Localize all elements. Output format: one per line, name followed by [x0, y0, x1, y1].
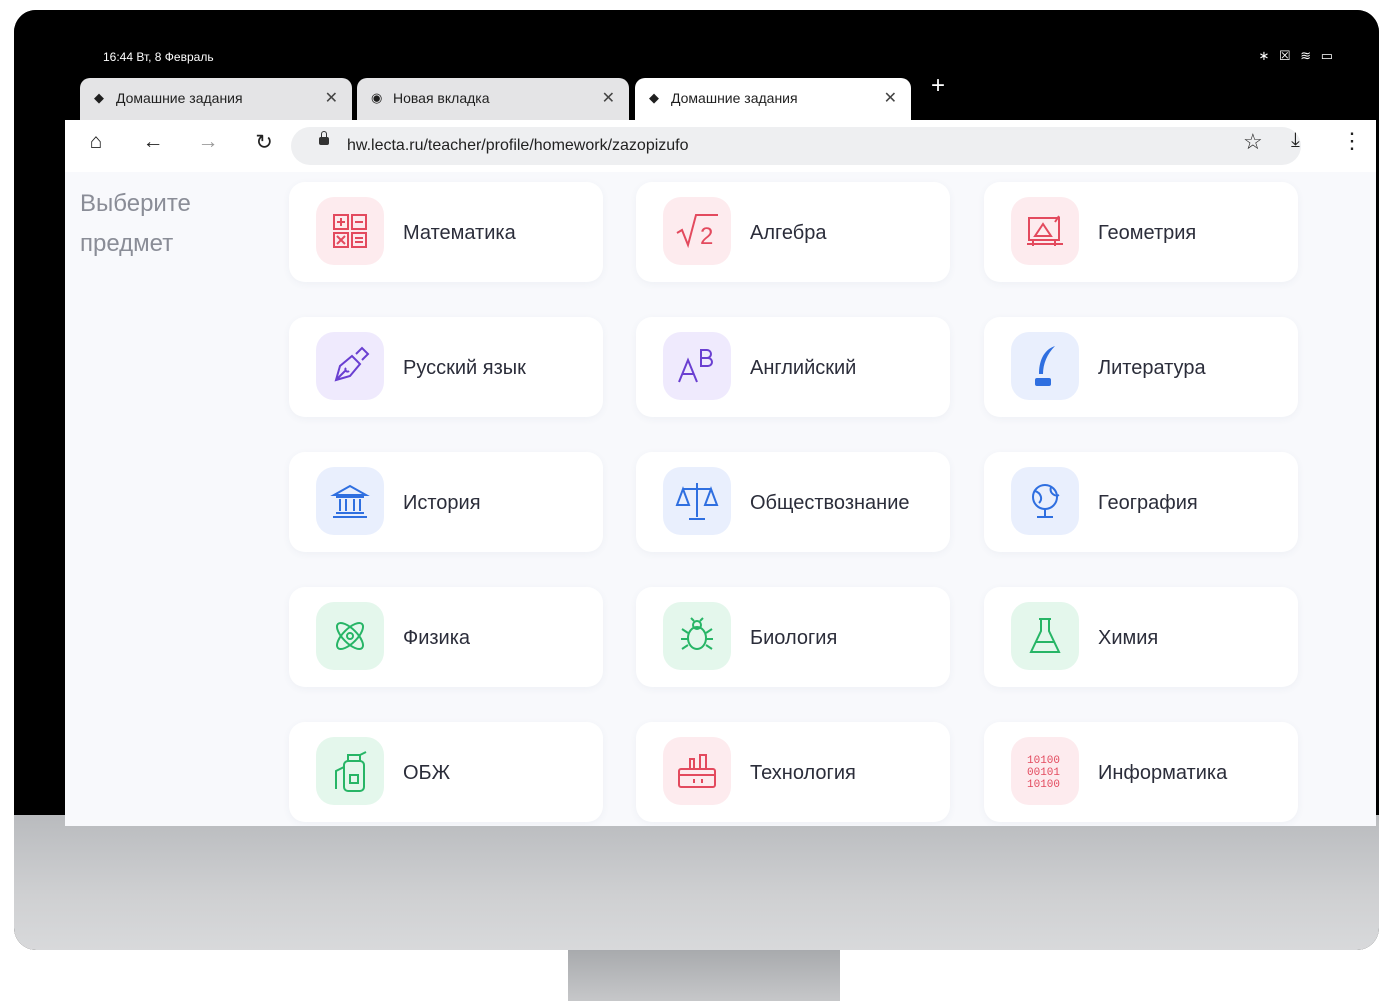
- reload-icon[interactable]: ↻: [249, 130, 279, 155]
- subject-card-history[interactable]: История: [289, 452, 603, 552]
- square-root-icon: 2: [663, 197, 731, 265]
- url-text: hw.lecta.ru/teacher/profile/homework/zaz…: [347, 137, 689, 154]
- close-icon[interactable]: ✕: [325, 88, 338, 108]
- subject-label: История: [403, 492, 481, 514]
- subject-label: Обществознание: [750, 492, 910, 514]
- bug-icon: [663, 602, 731, 670]
- svg-text:00101: 00101: [1027, 767, 1060, 779]
- binary-code-icon: 10100 00101 10100: [1011, 737, 1079, 805]
- subject-card-obzh[interactable]: ОБЖ: [289, 722, 603, 822]
- subject-card-physics[interactable]: Физика: [289, 587, 603, 687]
- subject-card-literature[interactable]: Литература: [984, 317, 1298, 417]
- subject-card-social-studies[interactable]: Обществознание: [636, 452, 950, 552]
- subject-label: Алгебра: [750, 222, 827, 244]
- subject-card-algebra[interactable]: 2 Алгебра: [636, 182, 950, 282]
- subject-label: Информатика: [1098, 762, 1228, 784]
- monitor-stand: [568, 950, 840, 1001]
- quill-inkwell-icon: [1011, 332, 1079, 400]
- status-bar: 16:44 Вт, 8 Февраль ∗ ☒ ≋ ▭: [65, 40, 1376, 70]
- lecta-favicon-icon: ◆: [649, 90, 659, 105]
- tab-strip: ◆ Домашние задания ✕ ◉ Новая вкладка ✕ ◆…: [65, 72, 1376, 120]
- back-arrow-icon[interactable]: ←: [138, 130, 168, 154]
- lock-icon: [319, 131, 329, 145]
- page-content: Выберите предмет Математика 2 Алгебра Ге…: [65, 172, 1376, 826]
- forward-arrow-icon[interactable]: →: [193, 130, 223, 154]
- browser-toolbar: ⌂ ← → ↻ hw.lecta.ru/teacher/profile/home…: [65, 120, 1376, 172]
- svg-text:10100: 10100: [1027, 755, 1060, 767]
- subject-label: Биология: [750, 627, 838, 649]
- calculator-grid-icon: [316, 197, 384, 265]
- home-icon[interactable]: ⌂: [81, 130, 111, 154]
- bookmark-star-icon[interactable]: ☆: [1243, 129, 1263, 155]
- globe-icon: [1011, 467, 1079, 535]
- close-icon[interactable]: ✕: [602, 88, 615, 108]
- monitor-chin: [14, 815, 1379, 950]
- museum-building-icon: [316, 467, 384, 535]
- tab-homework-active[interactable]: ◆ Домашние задания ✕: [635, 78, 911, 120]
- page-heading: Выберите предмет: [80, 190, 191, 257]
- chrome-favicon-icon: ◉: [371, 90, 383, 105]
- subject-label: Литература: [1098, 357, 1206, 379]
- svg-text:10100: 10100: [1027, 779, 1060, 790]
- more-menu-icon[interactable]: ⋮: [1341, 128, 1363, 154]
- address-bar[interactable]: hw.lecta.ru/teacher/profile/homework/zaz…: [291, 127, 1301, 165]
- subject-label: Русский язык: [403, 357, 526, 379]
- subject-card-russian[interactable]: Русский язык: [289, 317, 603, 417]
- subject-card-technology[interactable]: Технология: [636, 722, 950, 822]
- close-icon[interactable]: ✕: [884, 88, 897, 108]
- tab-title: Домашние задания: [116, 90, 243, 106]
- subject-card-informatics[interactable]: 10100 00101 10100 Информатика: [984, 722, 1298, 822]
- tab-title: Домашние задания: [671, 90, 798, 106]
- screen: 16:44 Вт, 8 Февраль ∗ ☒ ≋ ▭ ◆ Домашние з…: [65, 40, 1376, 826]
- subject-card-geography[interactable]: География: [984, 452, 1298, 552]
- subject-label: География: [1098, 492, 1198, 514]
- subject-card-biology[interactable]: Биология: [636, 587, 950, 687]
- geometry-board-icon: [1011, 197, 1079, 265]
- monitor-frame: 16:44 Вт, 8 Февраль ∗ ☒ ≋ ▭ ◆ Домашние з…: [14, 10, 1379, 950]
- subject-label: Технология: [750, 762, 856, 784]
- new-tab-plus-icon[interactable]: +: [931, 72, 945, 100]
- subject-card-geometry[interactable]: Геометрия: [984, 182, 1298, 282]
- pen-nib-icon: [316, 332, 384, 400]
- tab-new-tab[interactable]: ◉ Новая вкладка ✕: [357, 78, 629, 120]
- tab-title: Новая вкладка: [393, 90, 490, 106]
- subject-label: Математика: [403, 222, 516, 244]
- subject-label: ОБЖ: [403, 762, 451, 784]
- subject-label: Физика: [403, 627, 471, 649]
- subject-card-mathematics[interactable]: Математика: [289, 182, 603, 282]
- flask-icon: [1011, 602, 1079, 670]
- svg-text:2: 2: [700, 223, 713, 249]
- status-time: 16:44 Вт, 8 Февраль: [103, 50, 214, 64]
- subject-label: Геометрия: [1098, 222, 1197, 244]
- subject-card-english[interactable]: Английский: [636, 317, 950, 417]
- atom-icon: [316, 602, 384, 670]
- subject-label: Химия: [1098, 627, 1159, 649]
- lecta-favicon-icon: ◆: [94, 90, 104, 105]
- status-icons: ∗ ☒ ≋ ▭: [1258, 48, 1336, 63]
- letters-ab-icon: [663, 332, 731, 400]
- subject-label: Английский: [750, 357, 857, 379]
- tab-homework-1[interactable]: ◆ Домашние задания ✕: [80, 78, 352, 120]
- fire-extinguisher-icon: [316, 737, 384, 805]
- scales-icon: [663, 467, 731, 535]
- download-icon[interactable]: ⤓: [1291, 129, 1300, 152]
- subject-card-chemistry[interactable]: Химия: [984, 587, 1298, 687]
- toolbox-icon: [663, 737, 731, 805]
